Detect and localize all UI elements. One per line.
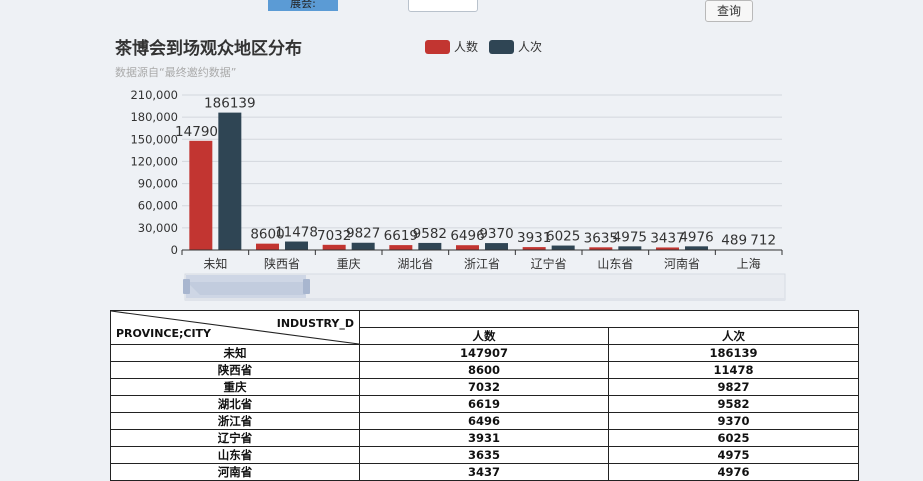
x-tick-label: 湖北省 <box>397 256 433 271</box>
table-row: 浙江省 6496 9370 <box>110 412 859 430</box>
people-cell: 3931 <box>359 429 609 447</box>
column-header-people: 人数 <box>359 327 609 345</box>
people-cell: 3635 <box>359 446 609 464</box>
visits-cell: 9582 <box>608 395 859 413</box>
pivot-corner-cell: INDUSTRY_D PROVINCE;CITY <box>110 310 360 345</box>
row-label-cell: 山东省 <box>110 446 360 464</box>
table-row: 山东省 3635 4975 <box>110 446 859 464</box>
table-row: 重庆 7032 9827 <box>110 378 859 396</box>
visits-cell: 186139 <box>608 344 859 362</box>
visits-cell: 4976 <box>608 463 859 481</box>
region-distribution-chart: 茶博会到场观众地区分布 数据源自“最终邀约数据” 人数 人次 0 30,000 60… <box>115 38 786 301</box>
x-tick-label: 辽宁省 <box>531 256 567 271</box>
column-field-label: INDUSTRY_D <box>276 317 354 330</box>
data-zoom-scroll-bottom <box>185 298 785 301</box>
x-tick-label: 浙江省 <box>464 257 500 271</box>
bar-visits[interactable] <box>551 245 575 250</box>
bar-visits[interactable] <box>685 246 708 250</box>
people-cell: 147907 <box>359 344 609 362</box>
row-label-cell: 河南省 <box>110 463 360 481</box>
data-zoom-window[interactable] <box>186 275 306 299</box>
y-tick-label: 0 <box>171 243 178 257</box>
people-cell: 6496 <box>359 412 609 430</box>
data-label-visits: 9582 <box>413 226 447 242</box>
legend-swatch-visits <box>489 40 514 54</box>
bar-visits[interactable] <box>485 243 508 250</box>
row-label-cell: 重庆 <box>110 378 360 396</box>
y-tick-label: 180,000 <box>130 110 178 124</box>
data-label-visits: 712 <box>750 232 776 248</box>
bar-people[interactable] <box>189 140 213 250</box>
visits-cell: 9370 <box>608 412 859 430</box>
data-label-visits: 186139 <box>204 96 256 112</box>
chart-bars: 147907186139860011478 70329827 66199582 649… <box>175 96 776 250</box>
bar-visits[interactable] <box>285 241 308 250</box>
row-field-label: PROVINCE;CITY <box>116 327 212 340</box>
x-tick-label: 上海 <box>737 256 761 271</box>
x-tick-label: 陕西省 <box>264 256 300 271</box>
bar-people[interactable] <box>389 245 413 250</box>
legend-label-visits: 人次 <box>518 40 542 54</box>
bar-people[interactable] <box>322 244 346 250</box>
visits-cell: 6025 <box>608 429 859 447</box>
chart-subtitle: 数据源自“最终邀约数据” <box>115 65 236 79</box>
legend-item-people[interactable]: 人数 <box>425 39 478 54</box>
visits-cell: 11478 <box>608 361 859 379</box>
pivot-table: INDUSTRY_D PROVINCE;CITY 人数 人次 未知 147907 1… <box>110 310 859 481</box>
data-label-visits: 4975 <box>613 229 647 245</box>
bar-people[interactable] <box>256 243 279 250</box>
y-tick-label: 120,000 <box>130 154 178 168</box>
y-tick-label: 90,000 <box>138 177 178 191</box>
table-row: 陕西省 8600 11478 <box>110 361 859 379</box>
bar-people[interactable] <box>456 245 479 250</box>
legend-swatch-people <box>425 40 450 54</box>
x-tick-label: 山东省 <box>597 257 633 271</box>
data-label-people: 489 <box>721 233 747 249</box>
people-cell: 6619 <box>359 395 609 413</box>
table-row: 未知 147907 186139 <box>110 344 859 362</box>
y-tick-label: 60,000 <box>138 199 178 213</box>
column-header-visits: 人次 <box>608 327 859 345</box>
people-cell: 8600 <box>359 361 609 379</box>
data-label-visits: 6025 <box>546 229 580 245</box>
bar-visits[interactable] <box>351 242 375 250</box>
row-label-cell: 未知 <box>110 344 360 362</box>
data-label-visits: 9827 <box>346 226 380 242</box>
x-tick-label: 河南省 <box>664 256 700 271</box>
row-label-cell: 浙江省 <box>110 412 360 430</box>
data-zoom-handle-right[interactable] <box>303 279 310 294</box>
pivot-table-container: INDUSTRY_D PROVINCE;CITY 人数 人次 未知 147907 1… <box>110 310 859 481</box>
visits-cell: 9827 <box>608 378 859 396</box>
column-group-header <box>359 310 859 328</box>
table-row: 辽宁省 3931 6025 <box>110 429 859 447</box>
bar-visits[interactable] <box>618 246 642 250</box>
y-tick-label: 210,000 <box>130 88 178 102</box>
bar-visits[interactable] <box>218 112 242 250</box>
data-zoom-handle-left[interactable] <box>183 279 190 294</box>
table-row: 河南省 3437 4976 <box>110 463 859 481</box>
chart-title: 茶博会到场观众地区分布 <box>115 38 302 59</box>
legend-label-people: 人数 <box>454 39 478 54</box>
x-tick-label: 重庆 <box>337 257 361 271</box>
row-label-cell: 辽宁省 <box>110 429 360 447</box>
y-tick-label: 30,000 <box>138 221 178 235</box>
y-tick-label: 150,000 <box>130 132 178 146</box>
visits-cell: 4975 <box>608 446 859 464</box>
data-zoom-slider[interactable] <box>183 273 786 301</box>
row-label-cell: 陕西省 <box>110 361 360 379</box>
table-row: 湖北省 6619 9582 <box>110 395 859 413</box>
people-cell: 7032 <box>359 378 609 396</box>
data-label-visits: 9370 <box>479 226 513 242</box>
row-label-cell: 湖北省 <box>110 395 360 413</box>
people-cell: 3437 <box>359 463 609 481</box>
bar-visits[interactable] <box>418 242 442 250</box>
x-axis: 未知 陕西省 重庆 湖北省 浙江省 辽宁省 山东省 河南省 上海 <box>181 249 783 271</box>
x-tick-label: 未知 <box>203 257 227 271</box>
legend-item-visits[interactable]: 人次 <box>489 40 542 54</box>
chart-legend[interactable]: 人数 人次 <box>425 39 542 54</box>
data-label-visits: 4976 <box>679 229 713 245</box>
data-label-visits: 11478 <box>275 225 318 241</box>
y-axis: 0 30,000 60,000 90,000 120,000 150,000 180,000… <box>130 88 178 257</box>
